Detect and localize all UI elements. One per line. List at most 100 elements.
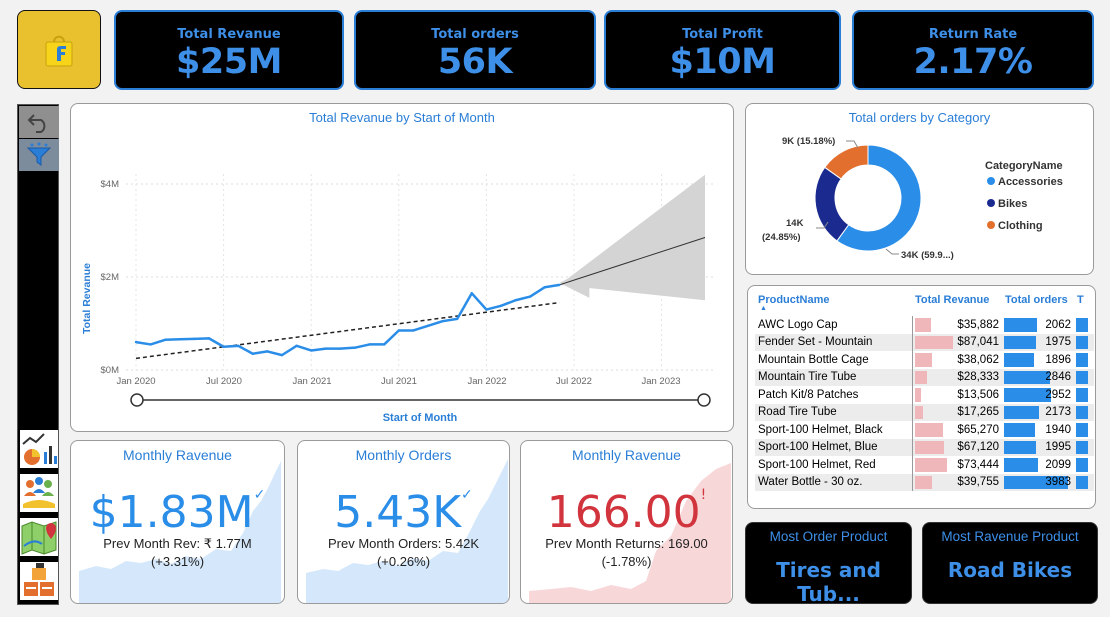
data-point[interactable] [470,292,473,295]
most-order-product-card: Most Order Product Tires and Tub... [745,522,912,606]
data-point[interactable] [266,350,269,353]
table-row[interactable]: Sport-100 Helmet, Blue $67,120 1995 [755,438,1094,456]
revenue-series-line [135,283,560,357]
card-value: 5.43K✓ [334,487,473,538]
brand-logo-tile [17,10,101,89]
slice-label-clothing: 9K (15.18%) [782,136,835,147]
truncated-cell [1074,456,1094,474]
product-boxes-icon [24,563,54,596]
leader-line [885,248,899,255]
orders-value: 2173 [1045,406,1071,419]
revenue-cell: $65,270 [912,421,1002,439]
orders-value: 2062 [1045,318,1071,331]
data-point[interactable] [134,340,138,344]
x-axis-slider-end-handle[interactable] [697,393,711,407]
data-point[interactable] [222,345,225,348]
data-point[interactable] [499,304,503,308]
data-point[interactable] [412,329,415,332]
data-point[interactable] [207,337,211,340]
truncated-cell [1074,351,1094,369]
data-point[interactable] [339,347,342,350]
data-point[interactable] [456,317,459,321]
table-row[interactable]: Sport-100 Helmet, Black $65,270 1940 [755,421,1094,439]
slice-label-bikes: 14K [786,218,804,229]
data-point[interactable] [353,346,357,349]
column-header-truncated[interactable]: T [1074,294,1094,316]
data-point[interactable] [295,344,298,348]
filter-button[interactable] [19,139,59,171]
x-tick-label: Jan 2020 [116,376,155,387]
truncated-cell [1074,369,1094,387]
table-row[interactable]: Mountain Tire Tube $28,333 2846 [755,368,1094,387]
data-point[interactable] [514,299,517,302]
legend-item[interactable]: Bikes [998,198,1027,210]
data-point[interactable] [193,337,196,341]
legend-item[interactable]: Clothing [998,220,1043,232]
x-axis-label: Start of Month [383,412,458,424]
products-page-button[interactable] [20,562,58,600]
card-title: Monthly Ravenue [572,447,681,463]
data-point[interactable] [368,343,371,346]
data-point[interactable] [164,338,167,341]
truncated-cell [1074,386,1094,404]
data-point[interactable] [529,295,532,298]
product-name-cell: Sport-100 Helmet, Blue [755,438,913,456]
data-point[interactable] [441,319,444,323]
orders-value: 2099 [1045,458,1071,471]
back-button[interactable] [19,106,59,138]
data-point[interactable] [237,344,240,348]
data-point[interactable] [397,329,400,332]
orders-cell: 3983 [1002,474,1074,492]
most-revenue-product-card: Most Ravenue Product Road Bikes [922,522,1098,604]
data-point[interactable] [383,343,386,346]
y-tick-label: $2M [101,272,120,283]
data-point[interactable] [543,286,546,289]
data-point[interactable] [310,349,313,352]
table-row[interactable]: Mountain Bottle Cage $38,062 1896 [755,351,1094,369]
data-point[interactable] [426,324,430,328]
truncated-bar [1076,335,1088,349]
map-page-button[interactable] [20,518,58,556]
y-axis-label: Total Revanue [81,263,93,334]
donut-slice-bikes[interactable] [814,166,850,242]
x-axis-slider-start-handle[interactable] [130,393,144,407]
truncated-bar [1076,475,1088,489]
kpi-title: Return Rate [928,27,1018,42]
orders-value: 1940 [1045,423,1071,436]
card-prev-month: Prev Month Rev: ₹ 1.77M [103,536,252,551]
orders-cell: 1940 [1002,421,1074,439]
product-name-cell: Patch Kit/8 Patches [755,386,913,404]
orders-value: 2952 [1045,388,1071,401]
column-header-total-orders[interactable]: Total orders [1002,294,1074,316]
analytics-page-button[interactable] [20,430,58,468]
table-row[interactable]: Water Bottle - 30 oz. $39,755 3983 [755,473,1094,492]
orders-cell: 1975 [1002,334,1074,352]
revenue-cell: $38,062 [912,351,1002,369]
truncated-bar [1076,405,1088,419]
monthly-orders-card: Monthly Orders 5.43K✓ Prev Month Orders:… [297,440,510,604]
data-point[interactable] [324,347,327,350]
data-point[interactable] [251,352,254,355]
table-row[interactable]: Sport-100 Helmet, Red $73,444 2099 [755,456,1094,474]
column-header-total-revenue[interactable]: Total Revanue [912,294,1002,316]
table-row[interactable]: Fender Set - Mountain $87,041 1975 [755,333,1094,352]
data-point[interactable] [485,308,488,311]
revenue-value: $38,062 [957,353,999,366]
table-row[interactable]: AWC Logo Cap $35,882 2062 [755,316,1094,334]
orders-cell: 1896 [1002,351,1074,369]
revenue-value: $39,755 [957,476,999,489]
legend-item[interactable]: Accessories [998,176,1063,188]
undo-arrow-icon [27,114,46,133]
orders-cell: 2846 [1002,369,1074,387]
truncated-cell [1074,316,1094,334]
data-point[interactable] [149,343,152,346]
product-name-cell: Sport-100 Helmet, Black [755,421,913,439]
data-point[interactable] [280,353,284,357]
table-row[interactable]: Road Tire Tube $17,265 2173 [755,403,1094,421]
data-point[interactable] [178,338,181,341]
column-header-productname[interactable]: ProductName ▲ [755,294,912,316]
customers-page-button[interactable] [20,474,58,512]
table-row[interactable]: Patch Kit/8 Patches $13,506 2952 [755,386,1094,404]
legend-marker [987,177,995,185]
data-point[interactable] [558,283,561,287]
